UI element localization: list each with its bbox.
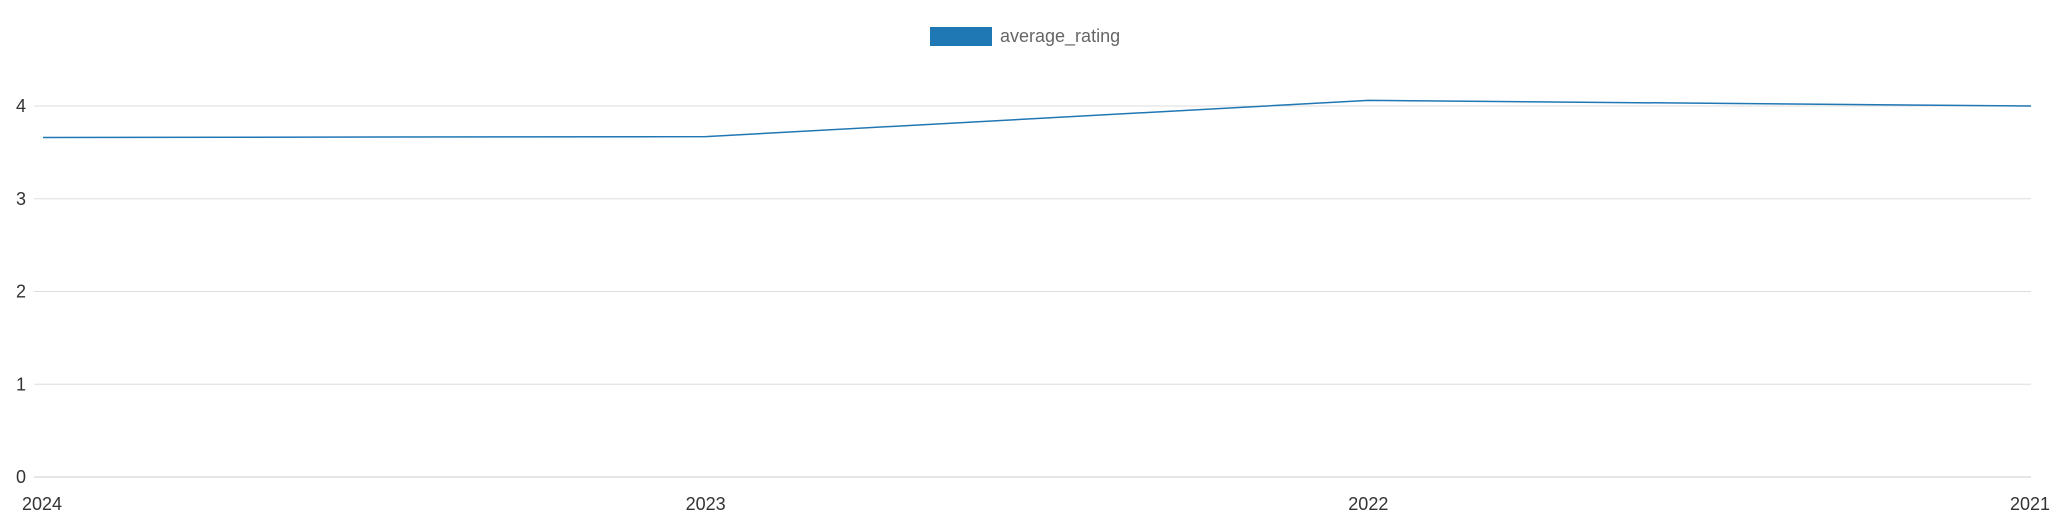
x-tick-label: 2021 xyxy=(2010,494,2050,514)
chart-container: 0 1 2 3 4 2024 2023 2022 2021 average_rating xyxy=(0,0,2056,532)
axes: 0 1 2 3 4 2024 2023 2022 2021 xyxy=(16,96,2050,514)
data-point xyxy=(704,135,708,139)
legend[interactable]: average_rating xyxy=(930,26,1120,47)
data-point xyxy=(2029,104,2033,108)
y-tick-label: 3 xyxy=(16,189,26,209)
y-tick-label: 0 xyxy=(16,467,26,487)
legend-label[interactable]: average_rating xyxy=(1000,26,1120,47)
y-tick-label: 1 xyxy=(16,374,26,394)
legend-swatch[interactable] xyxy=(930,27,992,46)
data-point xyxy=(1366,98,1370,102)
x-tick-label: 2023 xyxy=(686,494,726,514)
gridlines xyxy=(34,105,2031,478)
line-chart: 0 1 2 3 4 2024 2023 2022 2021 average_rating xyxy=(16,26,2050,514)
x-tick-label: 2024 xyxy=(22,494,62,514)
y-tick-label: 2 xyxy=(16,282,26,302)
x-tick-label: 2022 xyxy=(1348,494,1388,514)
y-tick-label: 4 xyxy=(16,96,26,116)
data-point xyxy=(41,136,45,140)
series-lines xyxy=(41,98,2033,140)
